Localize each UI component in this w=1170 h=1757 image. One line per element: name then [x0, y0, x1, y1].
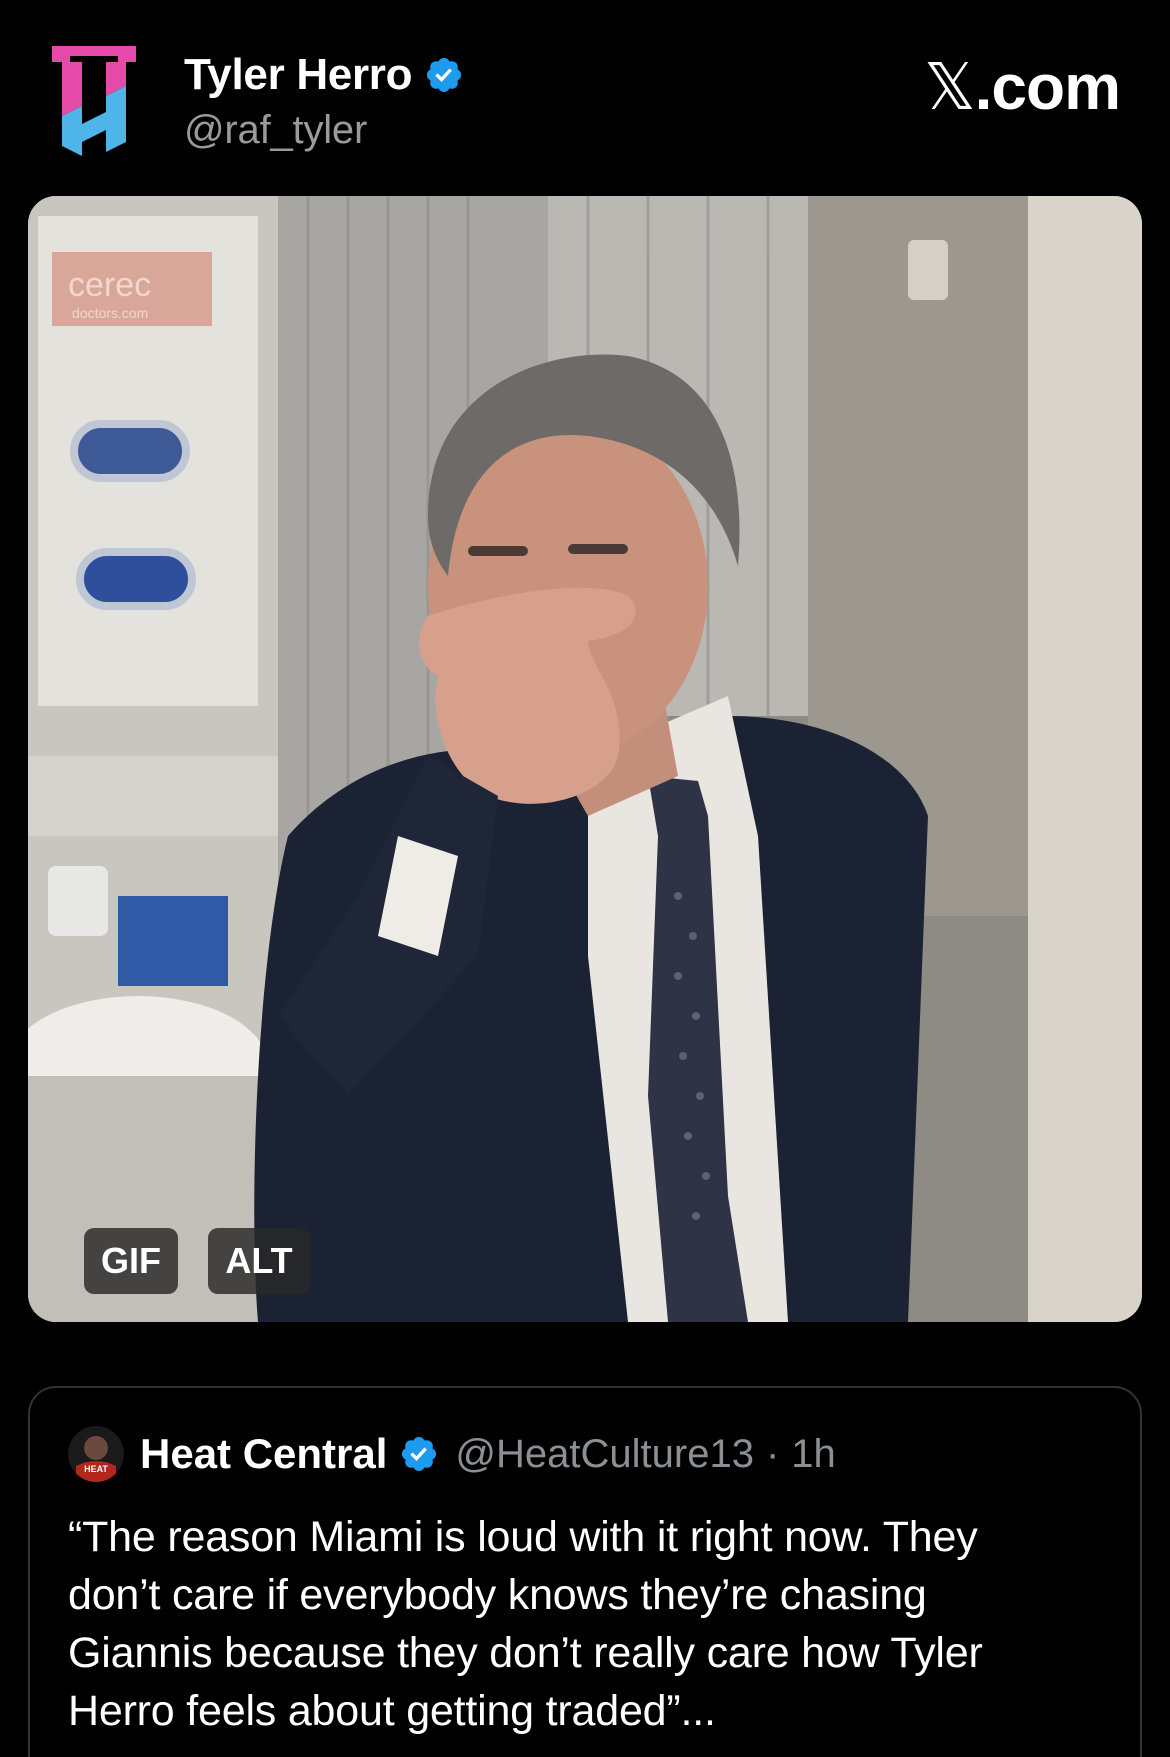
poster-subtext: doctors.com: [72, 305, 148, 321]
quoted-post-text: “The reason Miami is loud with it right …: [68, 1513, 983, 1735]
author-name-row: Tyler Herro: [184, 50, 464, 100]
avatar[interactable]: HEAT: [68, 1426, 124, 1482]
quoted-author-name[interactable]: Heat Central: [140, 1430, 387, 1478]
post-header: Tyler Herro @raf_tyler 𝕏.com: [0, 0, 1170, 190]
site-watermark: 𝕏.com: [924, 50, 1121, 125]
gif-frame-image: cerec doctors.com: [28, 196, 1142, 1322]
post-screenshot: Tyler Herro @raf_tyler 𝕏.com cerec docto…: [0, 0, 1170, 1757]
author-block: Tyler Herro @raf_tyler: [184, 50, 464, 153]
quoted-post-header: HEAT Heat Central @HeatCulture13 · 1h: [68, 1426, 836, 1482]
poster-text: cerec: [68, 266, 151, 304]
site-domain: .com: [974, 51, 1121, 123]
post-timestamp[interactable]: 1h: [791, 1432, 836, 1477]
gif-badge: GIF: [84, 1228, 178, 1294]
quoted-author-handle[interactable]: @HeatCulture13: [455, 1432, 754, 1477]
x-logo-icon: 𝕏: [924, 51, 976, 125]
th-monogram-logo[interactable]: [52, 46, 136, 162]
svg-text:HEAT: HEAT: [84, 1464, 108, 1474]
quoted-post[interactable]: HEAT Heat Central @HeatCulture13 · 1h “T…: [28, 1386, 1142, 1757]
verified-badge-icon: [399, 1434, 439, 1474]
alt-badge[interactable]: ALT: [208, 1228, 310, 1294]
author-name[interactable]: Tyler Herro: [184, 50, 413, 100]
post-media-gif[interactable]: cerec doctors.com GIF ALT: [28, 196, 1142, 1322]
verified-badge-icon: [424, 55, 464, 95]
author-handle[interactable]: @raf_tyler: [184, 108, 464, 153]
separator-dot: ·: [765, 1431, 780, 1476]
